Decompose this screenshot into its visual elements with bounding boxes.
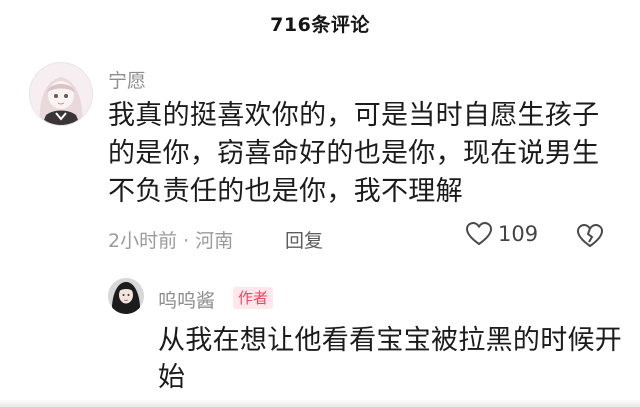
broken-heart-icon [576,223,604,248]
reply-button[interactable]: 回复 [285,226,323,253]
reply-username[interactable]: 呜呜酱 [158,286,215,313]
dislike-button[interactable] [576,223,604,252]
comment-text: 我真的挺喜欢你的，可是当时自愿生孩子的是你，窃喜命好的也是你，现在说男生不负责任… [108,100,600,207]
like-count: 109 [498,222,539,246]
comments-count-title: 716条评论 [270,14,370,36]
comment-meta: 2小时前 · 河南 [108,230,234,252]
author-avatar-icon [108,278,144,314]
comment-username[interactable]: 宁愿 [108,66,146,93]
reply-text: 从我在想让他看看宝宝被拉黑的时候开始 [158,325,623,393]
like-button[interactable]: 109 [466,222,538,246]
heart-outline-icon [466,222,492,246]
author-badge: 作者 [233,287,274,309]
anime-girl-avatar-icon [30,63,92,125]
avatar[interactable] [29,62,93,126]
bottom-fade [0,399,640,407]
author-avatar[interactable] [108,278,144,314]
